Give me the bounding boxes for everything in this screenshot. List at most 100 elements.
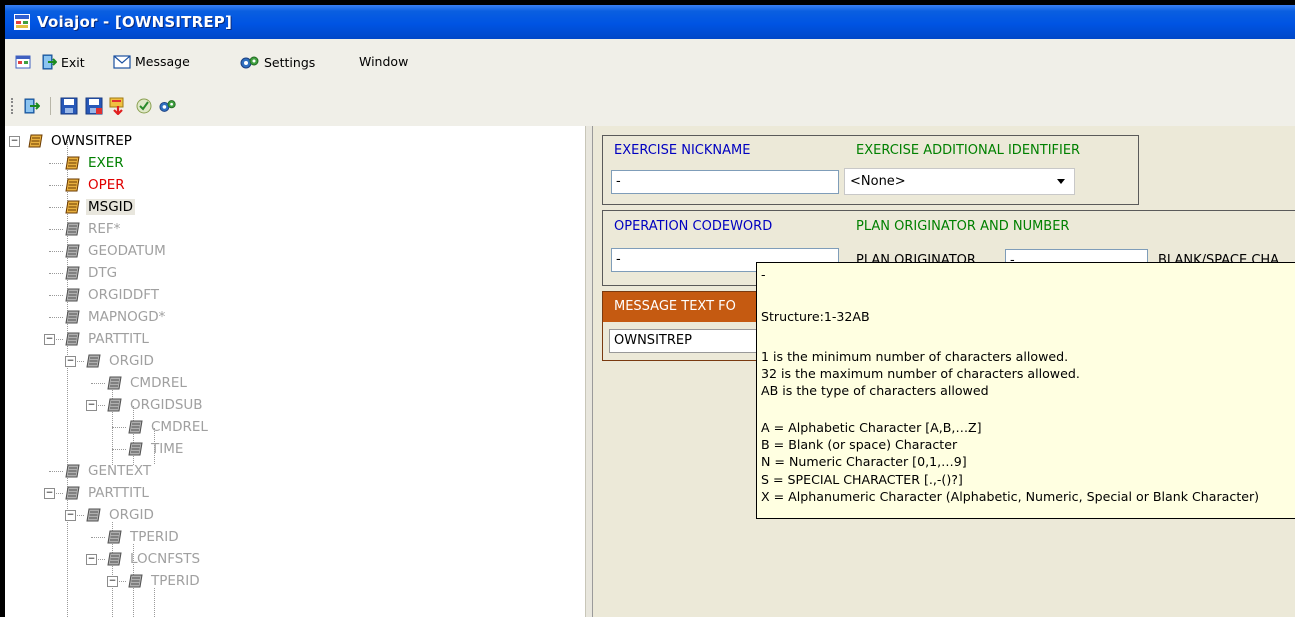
tree-connector <box>112 427 126 428</box>
tooltip-line: Structure:1-32AB <box>761 309 870 324</box>
tree-expander-minus-icon[interactable]: − <box>9 136 20 147</box>
tree-node-label: CMDREL <box>130 375 187 391</box>
exercise-nickname-field[interactable]: - <box>611 170 839 194</box>
tree-expander-minus-icon[interactable]: − <box>107 576 118 587</box>
tree-node-time[interactable]: TIME <box>128 438 185 460</box>
tree-connector <box>112 449 126 450</box>
tree-connector <box>49 295 63 296</box>
export-icon[interactable] <box>109 97 127 115</box>
scroll-icon <box>65 486 80 500</box>
tree-node-tperid[interactable]: TPERID <box>128 570 202 592</box>
panel-splitter[interactable] <box>585 126 592 617</box>
tree-node-mapnogd[interactable]: MAPNOGD* <box>65 306 167 328</box>
title-bar: Voiajor - [OWNSITREP] <box>5 5 1295 39</box>
scroll-icon <box>28 134 43 148</box>
tooltip-line: B = Blank (or space) Character <box>761 437 958 452</box>
tree-node-dtg[interactable]: DTG <box>65 262 119 284</box>
tree-node-orgid[interactable]: ORGID <box>86 504 156 526</box>
tree-node-label: TPERID <box>151 573 200 589</box>
tree-expander-minus-icon[interactable]: − <box>65 356 76 367</box>
scroll-icon <box>65 200 80 214</box>
app-window: Voiajor - [OWNSITREP] Exit Message Setti… <box>5 5 1295 617</box>
tree-expander-minus-icon[interactable]: − <box>44 334 55 345</box>
tree-expander-minus-icon[interactable]: − <box>86 554 97 565</box>
tree-expander-minus-icon[interactable]: − <box>44 488 55 499</box>
validate-icon[interactable] <box>135 97 153 115</box>
tooltip-line: S = SPECIAL CHARACTER [.,-()?] <box>761 472 963 487</box>
scroll-icon <box>86 354 101 368</box>
tree-node-msgid[interactable]: MSGID <box>65 196 136 218</box>
tree-node-tperid[interactable]: TPERID <box>107 526 181 548</box>
scroll-icon <box>65 156 80 170</box>
tree-node-cmdrel[interactable]: CMDREL <box>107 372 189 394</box>
tree-node-orgiddft[interactable]: ORGIDDFT <box>65 284 161 306</box>
scroll-icon <box>107 376 122 390</box>
tree-node-label: EXER <box>88 155 124 171</box>
tree-node-label: CMDREL <box>151 419 208 435</box>
save-as-icon[interactable] <box>85 97 103 115</box>
settings-icon[interactable] <box>159 97 177 115</box>
scroll-icon <box>65 266 80 280</box>
tree-node-oper[interactable]: OPER <box>65 174 127 196</box>
menu-exit[interactable]: Exit <box>41 54 85 70</box>
menu-bar: Exit Message Settings Window <box>5 39 1295 85</box>
envelope-icon <box>113 54 131 69</box>
tree-connector <box>49 207 63 208</box>
scroll-icon <box>86 508 101 522</box>
tree-node-ref[interactable]: REF* <box>65 218 122 240</box>
field-help-tooltip: - Structure:1-32AB 1 is the minimum numb… <box>756 262 1295 519</box>
tree-node-cmdrel[interactable]: CMDREL <box>128 416 210 438</box>
tooltip-line: X = Alphanumeric Character (Alphabetic, … <box>761 489 1260 504</box>
exercise-additional-identifier-select[interactable]: <None> <box>844 168 1075 195</box>
exercise-additional-identifier-label: EXERCISE ADDITIONAL IDENTIFIER <box>856 143 1081 158</box>
chevron-down-icon[interactable] <box>1057 179 1065 184</box>
scroll-icon <box>65 244 80 258</box>
tree-node-gentext[interactable]: GENTEXT <box>65 460 153 482</box>
tree-node-parttitl[interactable]: PARTTITL <box>65 482 151 504</box>
toolbar-grip[interactable] <box>11 98 16 114</box>
scroll-icon <box>65 464 80 478</box>
app-icon <box>14 14 30 30</box>
tree-node-label: TIME <box>151 441 184 457</box>
operation-codeword-label: OPERATION CODEWORD <box>614 219 773 234</box>
tree-connector <box>49 471 63 472</box>
menu-message[interactable]: Message <box>113 54 190 69</box>
message-tree[interactable]: − OWNSITREP EXER OPER MSGID REF* GEODATUM DTG OR… <box>5 126 586 617</box>
save-icon[interactable] <box>60 97 78 115</box>
tree-node-exer[interactable]: EXER <box>65 152 126 174</box>
tree-node-label: ORGIDSUB <box>130 397 203 413</box>
tree-connector <box>49 229 63 230</box>
scroll-icon <box>107 398 122 412</box>
scroll-icon <box>107 530 122 544</box>
menu-window[interactable]: Window <box>359 54 408 69</box>
tree-node-label: ORGIDDFT <box>88 287 160 303</box>
message-text-format-label: MESSAGE TEXT FO <box>614 299 736 314</box>
tree-node-label: OPER <box>88 177 125 193</box>
exercise-group: EXERCISE NICKNAME EXERCISE ADDITIONAL ID… <box>602 135 1139 205</box>
tooltip-line: AB is the type of characters allowed <box>761 383 989 398</box>
tree-connector <box>91 383 105 384</box>
tree-node-locnfsts[interactable]: LOCNFSTS <box>107 548 202 570</box>
tree-node-label: MAPNOGD* <box>88 309 166 325</box>
menu-settings-label: Settings <box>264 54 316 70</box>
menu-settings[interactable]: Settings <box>240 54 315 70</box>
tree-node-ownsitrep[interactable]: OWNSITREP <box>28 130 134 152</box>
tree-connector <box>49 317 63 318</box>
tree-node-orgid[interactable]: ORGID <box>86 350 156 372</box>
scroll-icon <box>65 222 80 236</box>
tree-node-parttitl[interactable]: PARTTITL <box>65 328 151 350</box>
tree-node-geodatum[interactable]: GEODATUM <box>65 240 168 262</box>
menu-window-label: Window <box>359 54 409 69</box>
menu-exit-label: Exit <box>61 54 85 70</box>
tree-expander-minus-icon[interactable]: − <box>86 400 97 411</box>
tooltip-line: A = Alphabetic Character [A,B,…Z] <box>761 420 982 435</box>
mdi-window-icon[interactable] <box>15 54 31 70</box>
toolbar-separator <box>50 97 51 115</box>
scroll-icon <box>65 178 80 192</box>
tree-expander-minus-icon[interactable]: − <box>65 510 76 521</box>
exit-icon <box>42 54 57 70</box>
exit-icon[interactable] <box>22 97 40 115</box>
tree-node-orgidsub[interactable]: ORGIDSUB <box>107 394 205 416</box>
tree-node-label: PARTTITL <box>88 331 149 347</box>
tree-connector <box>49 251 63 252</box>
